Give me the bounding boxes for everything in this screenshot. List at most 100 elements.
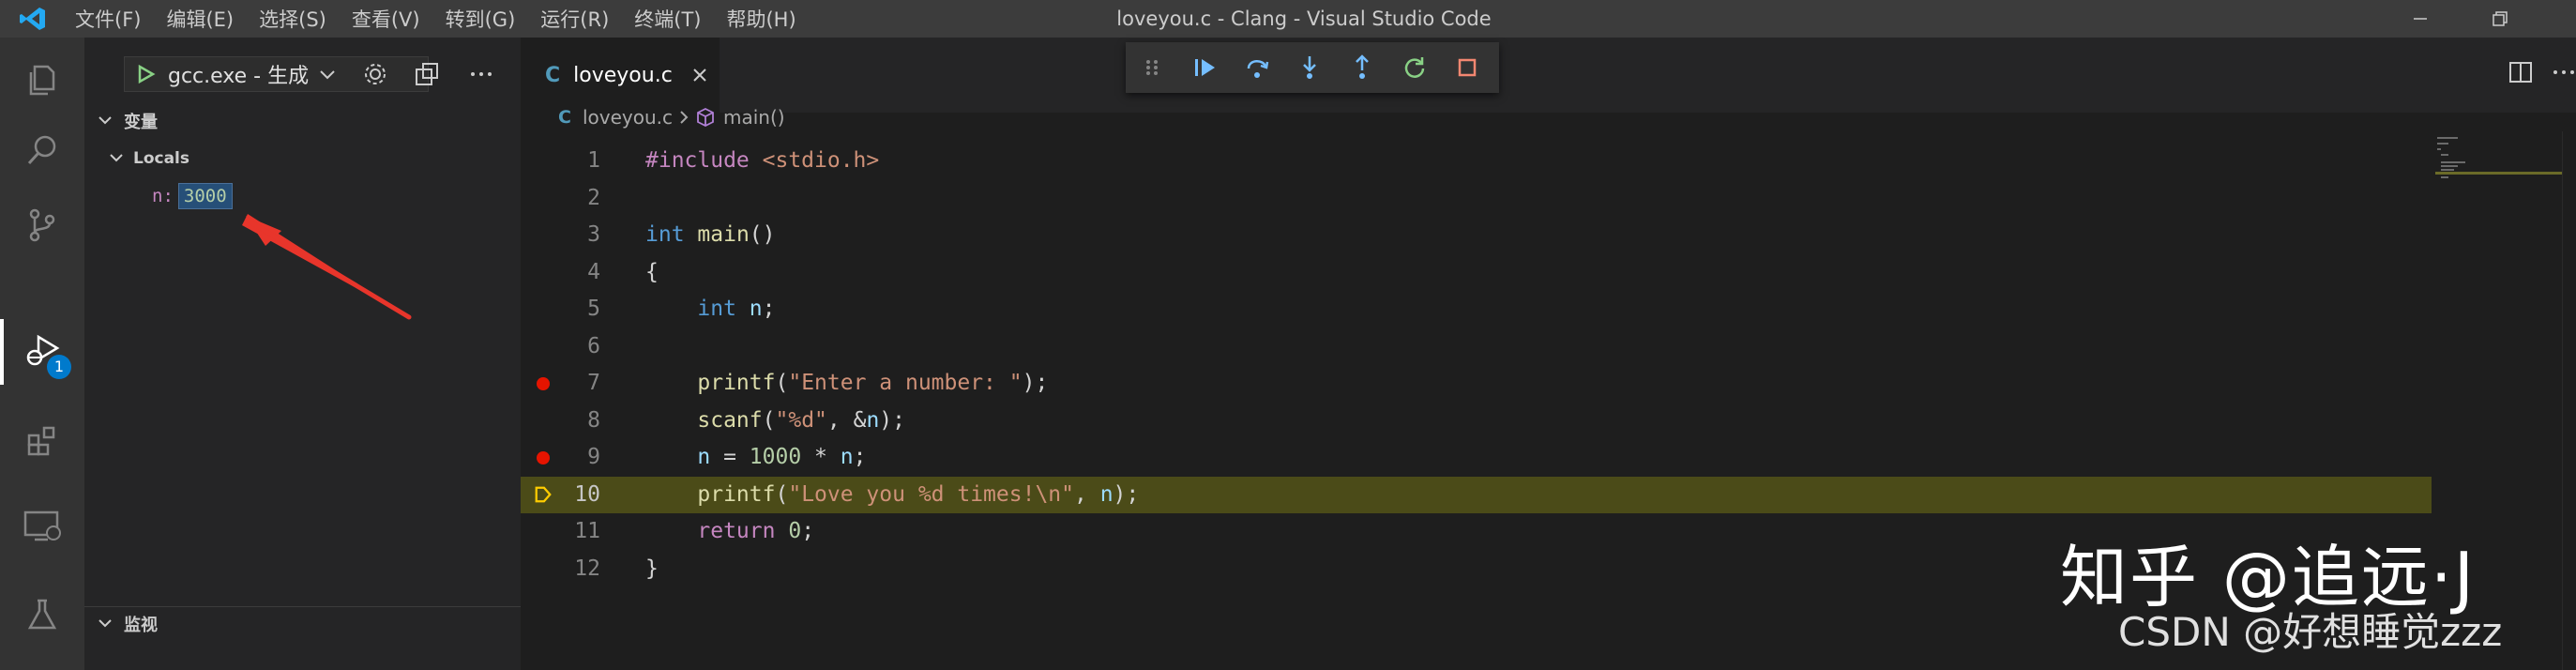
- variable-value[interactable]: 3000: [177, 183, 233, 209]
- code-token: int: [645, 222, 685, 247]
- menu-help[interactable]: 帮助(H): [726, 5, 796, 33]
- breadcrumb-file[interactable]: loveyou.c: [583, 106, 673, 129]
- menu-go[interactable]: 转到(G): [446, 5, 516, 33]
- stop-button[interactable]: [1441, 42, 1493, 93]
- debug-sidebar: gcc.exe - 生成 变量 Locals n: 3000 监视: [84, 38, 521, 670]
- debug-sidebar-toolbar: gcc.exe - 生成: [84, 38, 521, 113]
- line-source: return 0;: [645, 513, 814, 551]
- code-token: );: [879, 407, 905, 433]
- code-token: scanf: [697, 407, 763, 433]
- menu-edit[interactable]: 编辑(E): [166, 5, 234, 33]
- menu-view[interactable]: 查看(V): [352, 5, 420, 33]
- code-line[interactable]: 8 scanf("%d", &n);: [521, 403, 2576, 440]
- vertical-scrollbar[interactable]: [2562, 131, 2576, 670]
- debug-console-icon[interactable]: [413, 60, 441, 88]
- drag-handle-icon: [1146, 60, 1158, 75]
- breadcrumb-symbol[interactable]: main(): [723, 106, 785, 129]
- line-number: 9: [587, 445, 600, 469]
- line-number: 2: [587, 185, 600, 210]
- debug-toolbar-drag-handle[interactable]: [1126, 42, 1178, 93]
- run-debug-button[interactable]: 1: [0, 319, 84, 385]
- variable-row[interactable]: n: 3000: [152, 183, 233, 209]
- restart-button[interactable]: [1388, 42, 1441, 93]
- code-token: );: [1022, 371, 1049, 395]
- code-token: n: [866, 407, 880, 433]
- code-token: #include: [645, 148, 763, 173]
- code-line[interactable]: 4{: [521, 254, 2576, 292]
- step-over-icon: [1247, 60, 1269, 78]
- source-control-button[interactable]: [0, 192, 84, 258]
- current-line[interactable]: 10 printf("Love you %d times!\n", n);: [521, 476, 2432, 514]
- code-line[interactable]: 1 #include <stdio.h>: [521, 143, 2576, 180]
- locals-scope-header[interactable]: Locals: [84, 143, 521, 175]
- code-token: printf: [697, 371, 776, 395]
- gear-icon[interactable]: [361, 60, 389, 88]
- code-token: ;: [762, 297, 776, 321]
- code-editor[interactable]: 1 #include <stdio.h> 2 3 int main() 4{5 int n…: [521, 143, 2576, 587]
- code-token: ;: [801, 519, 815, 543]
- code-token: *: [801, 445, 841, 469]
- line-number: 4: [587, 259, 600, 284]
- step-out-button[interactable]: [1336, 42, 1388, 93]
- start-debugging-icon[interactable]: [130, 62, 162, 86]
- more-actions-icon[interactable]: [2550, 58, 2576, 86]
- minimize-button[interactable]: [2392, 0, 2448, 38]
- step-into-button[interactable]: [1283, 42, 1336, 93]
- line-source: n = 1000 * n;: [645, 439, 866, 477]
- source-control-icon: [29, 208, 55, 242]
- title-bar: 文件(F) 编辑(E) 选择(S) 查看(V) 转到(G) 运行(R) 终端(T…: [0, 0, 2576, 38]
- code-line[interactable]: 3 int main(): [521, 217, 2576, 254]
- restore-button[interactable]: [2472, 0, 2528, 38]
- code-line[interactable]: 7 printf("Enter a number: ");: [521, 365, 2576, 403]
- line-number: 6: [587, 333, 600, 358]
- watch-title: 监视: [124, 616, 158, 635]
- line-source: printf("Love you %d times!\n", n);: [645, 477, 1139, 514]
- line-source: {: [645, 254, 659, 292]
- code-line[interactable]: 9 n = 1000 * n;: [521, 439, 2576, 477]
- locals-title: Locals: [133, 149, 190, 168]
- code-token: <stdio.h>: [762, 148, 880, 173]
- testing-icon: [27, 599, 57, 630]
- line-source: int main(): [645, 217, 776, 254]
- code-token: );: [1113, 481, 1140, 507]
- split-editor-icon[interactable]: [2507, 58, 2535, 86]
- line-number: 3: [587, 222, 600, 247]
- code-line[interactable]: 6: [521, 328, 2576, 366]
- menu-run[interactable]: 运行(R): [540, 5, 609, 33]
- code-token: n: [1099, 481, 1114, 507]
- code-token: (): [749, 222, 776, 247]
- watch-section-header[interactable]: 监视: [84, 608, 521, 640]
- section-divider: [84, 606, 521, 607]
- explorer-button[interactable]: [0, 47, 84, 113]
- line-source: scanf("%d", &n);: [645, 403, 905, 440]
- close-icon[interactable]: [689, 65, 710, 85]
- code-line[interactable]: 5 int n;: [521, 291, 2576, 328]
- function-cube-icon: [697, 107, 714, 128]
- code-token: "%d": [775, 407, 827, 433]
- code-token: "Love you %d times!\n": [788, 481, 1074, 507]
- step-out-icon: [1356, 54, 1369, 79]
- testing-button[interactable]: [0, 582, 84, 647]
- remote-explorer-button[interactable]: [0, 493, 84, 558]
- extensions-button[interactable]: [0, 408, 84, 474]
- menu-selection[interactable]: 选择(S): [259, 5, 326, 33]
- continue-button[interactable]: [1178, 42, 1231, 93]
- more-actions-icon[interactable]: [467, 60, 495, 88]
- step-over-button[interactable]: [1231, 42, 1283, 93]
- code-token: int: [697, 297, 736, 321]
- minimap[interactable]: [2432, 131, 2572, 206]
- menu-file[interactable]: 文件(F): [75, 5, 141, 33]
- tab-loveyou-c[interactable]: C loveyou.c: [521, 38, 720, 113]
- code-line[interactable]: 2: [521, 180, 2576, 218]
- search-button[interactable]: [0, 117, 84, 183]
- code-token: }: [645, 556, 659, 581]
- variables-section-header[interactable]: 变量: [84, 105, 521, 137]
- menu-terminal[interactable]: 终端(T): [634, 5, 701, 33]
- line-source: #include <stdio.h>: [645, 143, 879, 180]
- line-number: 5: [587, 297, 600, 321]
